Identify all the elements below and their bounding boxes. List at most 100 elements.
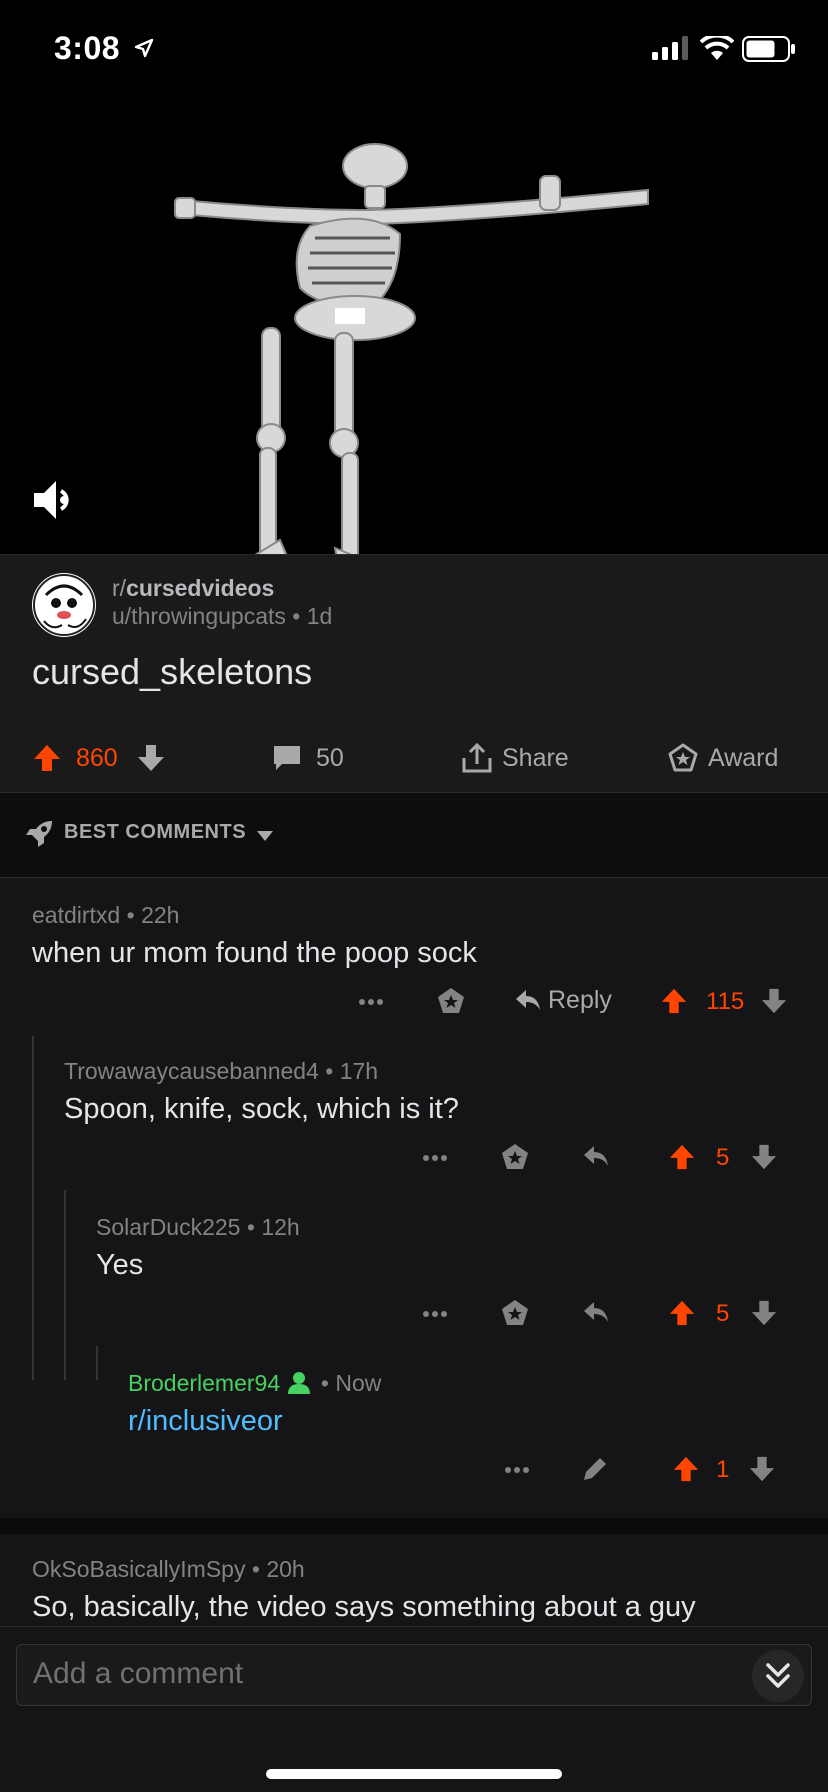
wifi-icon: [700, 36, 734, 60]
comment-actions: Reply 115: [350, 982, 800, 1022]
award-icon: [668, 743, 698, 772]
reply-button[interactable]: Reply: [548, 986, 612, 1015]
subreddit-avatar[interactable]: [32, 573, 96, 637]
downvote-icon[interactable]: [136, 743, 166, 773]
comment-score: 5: [716, 1144, 730, 1171]
status-bar: 3:08: [0, 0, 828, 100]
home-indicator[interactable]: [266, 1769, 562, 1779]
upvote-icon[interactable]: [668, 1298, 696, 1328]
post-action-row: 860 50 Share Award: [0, 725, 828, 791]
video-player[interactable]: [0, 100, 828, 554]
comment-age: 17h: [339, 1058, 379, 1084]
award-icon[interactable]: [500, 1142, 530, 1172]
comment-actions: 5: [414, 1138, 804, 1178]
comment-composer: Add a comment: [0, 1626, 828, 1792]
comments-button[interactable]: 50: [272, 725, 344, 791]
thread-line[interactable]: [96, 1346, 98, 1380]
rocket-icon: [26, 821, 52, 847]
more-options-icon[interactable]: [422, 1154, 448, 1162]
comment: OkSoBasicallyImSpy • 20h So, basically, …: [32, 1556, 696, 1624]
comment-body: So, basically, the video says something …: [32, 1591, 696, 1623]
comment-meta: Trowawaycausebanned4 • 17h: [64, 1058, 379, 1084]
reply-icon[interactable]: [514, 988, 542, 1012]
skeleton-video-frame: [174, 143, 649, 554]
location-arrow-icon: [134, 38, 154, 58]
subreddit-icon: [33, 574, 95, 636]
post-author[interactable]: u/throwingupcats: [112, 603, 286, 629]
comment-actions: 1: [494, 1450, 804, 1490]
comment-author[interactable]: eatdirtxd: [32, 902, 120, 928]
comment: eatdirtxd • 22h when ur mom found the po…: [32, 902, 477, 970]
downvote-icon[interactable]: [750, 1298, 778, 1328]
comment-body: Yes: [96, 1249, 144, 1281]
thread-line[interactable]: [64, 1190, 66, 1380]
comment-meta: SolarDuck225 • 12h: [96, 1214, 300, 1240]
post-score: 860: [76, 743, 118, 772]
comment-body: Spoon, knife, sock, which is it?: [64, 1093, 459, 1125]
comment-score: 1: [716, 1456, 730, 1483]
downvote-icon[interactable]: [750, 1142, 778, 1172]
award-icon[interactable]: [500, 1298, 530, 1328]
reply-icon[interactable]: [582, 1300, 610, 1324]
post-title: cursed_skeletons: [32, 651, 313, 692]
more-options-icon[interactable]: [504, 1466, 530, 1474]
comment-age: 12h: [261, 1214, 300, 1240]
post-vote-group: 860: [32, 725, 166, 791]
double-chevron-down-icon: [766, 1663, 790, 1688]
comment-body-link[interactable]: r/inclusiveor: [128, 1405, 381, 1438]
comment-age: 22h: [141, 902, 180, 928]
post-age: 1d: [306, 603, 333, 629]
subreddit-link[interactable]: cursedvideos: [126, 575, 274, 601]
upvote-icon[interactable]: [32, 743, 62, 773]
sound-toggle-icon[interactable]: [30, 475, 80, 525]
post-header: r/cursedvideos u/throwingupcats • 1d cur…: [0, 554, 828, 792]
upvote-icon[interactable]: [668, 1142, 696, 1172]
downvote-icon[interactable]: [748, 1454, 776, 1484]
reply-icon[interactable]: [582, 1144, 610, 1168]
award-icon[interactable]: [436, 986, 466, 1016]
thread-line[interactable]: [32, 1036, 34, 1380]
battery-icon: [742, 36, 795, 62]
comment-author[interactable]: Broderlemer94: [128, 1370, 280, 1396]
comment-age: 20h: [266, 1556, 305, 1582]
comment-score: 115: [706, 988, 745, 1015]
subreddit-name[interactable]: r/cursedvideos: [112, 575, 274, 602]
share-icon: [462, 742, 492, 773]
upvote-icon[interactable]: [672, 1454, 700, 1484]
chevron-down-icon: [257, 831, 273, 841]
comment-sort-button[interactable]: BEST COMMENTS: [0, 792, 828, 878]
share-button[interactable]: Share: [460, 725, 569, 791]
comment-divider: [0, 1518, 828, 1534]
status-time: 3:08: [54, 30, 121, 66]
comment-list: eatdirtxd • 22h when ur mom found the po…: [0, 878, 828, 1518]
comment-actions: 5: [414, 1294, 804, 1334]
comment-author[interactable]: OkSoBasicallyImSpy: [32, 1556, 245, 1582]
downvote-icon[interactable]: [760, 986, 788, 1016]
cellular-signal-icon: [652, 36, 688, 60]
add-comment-input[interactable]: Add a comment: [16, 1644, 812, 1706]
comment-meta: Broderlemer94 • Now: [128, 1370, 382, 1396]
edit-pencil-icon[interactable]: [580, 1454, 610, 1484]
comment-score: 5: [716, 1300, 730, 1327]
comment-meta: eatdirtxd • 22h: [32, 902, 180, 928]
comment: Broderlemer94 • Now r/inclusiveor: [128, 1370, 381, 1438]
award-label: Award: [708, 743, 779, 772]
upvote-icon[interactable]: [660, 986, 688, 1016]
subreddit-prefix: r/: [112, 575, 127, 601]
sort-label: BEST COMMENTS: [64, 821, 247, 843]
post-meta: u/throwingupcats • 1d: [112, 603, 333, 629]
op-user-icon: [287, 1372, 310, 1394]
collapse-comments-button[interactable]: [752, 1650, 804, 1702]
comment: Trowawaycausebanned4 • 17h Spoon, knife,…: [64, 1058, 459, 1126]
more-options-icon[interactable]: [422, 1310, 448, 1318]
award-button[interactable]: Award: [668, 725, 778, 791]
comment-author[interactable]: SolarDuck225: [96, 1214, 240, 1240]
comment-meta: OkSoBasicallyImSpy • 20h: [32, 1556, 305, 1582]
comment-count: 50: [316, 743, 344, 772]
comment-author[interactable]: Trowawaycausebanned4: [64, 1058, 319, 1084]
comment: SolarDuck225 • 12h Yes: [96, 1214, 300, 1282]
comment-bubble-icon: [274, 746, 300, 770]
more-options-icon[interactable]: [358, 998, 384, 1006]
comment-age: Now: [335, 1370, 382, 1396]
share-label: Share: [502, 743, 569, 772]
